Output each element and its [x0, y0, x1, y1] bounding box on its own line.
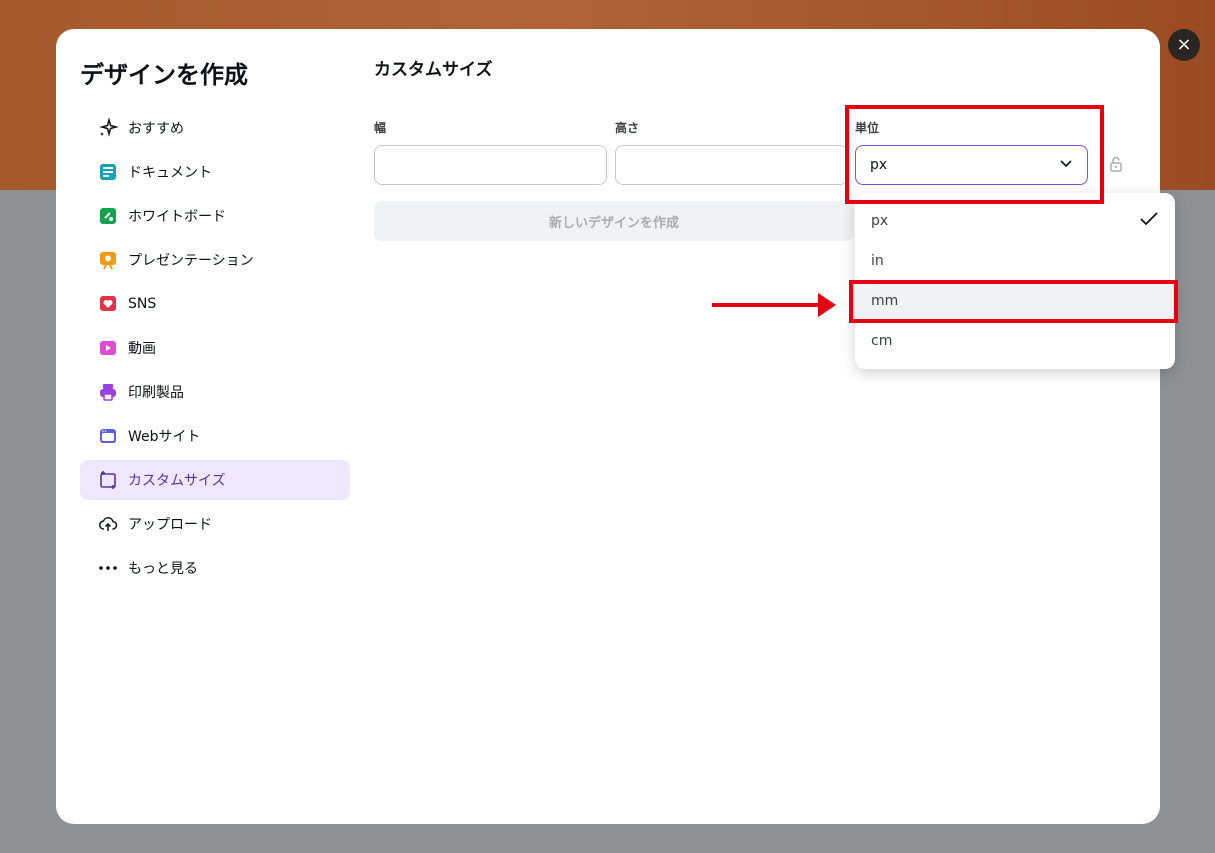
modal-title: デザインを作成 [80, 61, 248, 89]
height-label: 高さ [615, 121, 640, 135]
nav-item-print[interactable]: 印刷製品 [80, 372, 350, 412]
nav-item-recommended[interactable]: おすすめ [80, 108, 350, 148]
width-input[interactable] [374, 145, 607, 185]
heart-icon [98, 294, 118, 314]
unit-option-px[interactable]: px [855, 201, 1175, 241]
nav-item-label: 動画 [128, 341, 156, 357]
nav-item-label: Webサイト [128, 429, 201, 445]
nav-item-label: アップロード [128, 517, 212, 533]
sparkle-icon [98, 118, 118, 138]
height-input[interactable] [615, 145, 848, 185]
nav-item-website[interactable]: Webサイト [80, 416, 350, 456]
presentation-icon [98, 250, 118, 270]
nav-item-label: 印刷製品 [128, 385, 184, 401]
pointer-arrow-icon [712, 293, 836, 317]
nav-item-more[interactable]: もっと見る [80, 548, 350, 588]
mm-option-highlight-box [849, 280, 1178, 323]
nav-item-label: SNS [128, 296, 157, 312]
nav-item-whiteboard[interactable]: ホワイトボード [80, 196, 350, 236]
unit-option-label: px [871, 213, 889, 229]
nav-item-label: もっと見る [128, 561, 198, 577]
nav-item-sns[interactable]: SNS [80, 284, 350, 324]
cloud-upload-icon [98, 514, 118, 534]
nav-item-label: おすすめ [128, 121, 184, 137]
custom-size-icon [98, 470, 118, 490]
whiteboard-icon [98, 206, 118, 226]
width-label: 幅 [374, 121, 387, 135]
unit-option-label: in [871, 253, 884, 269]
nav-item-custom-size[interactable]: カスタムサイズ [80, 460, 350, 500]
document-icon [98, 162, 118, 182]
close-button[interactable]: × [1168, 29, 1200, 61]
nav-item-label: ドキュメント [128, 165, 212, 181]
nav-item-video[interactable]: 動画 [80, 328, 350, 368]
close-icon: × [1176, 34, 1192, 55]
checkmark-icon [1139, 211, 1159, 231]
video-icon [98, 338, 118, 358]
unit-option-in[interactable]: in [855, 241, 1175, 281]
printer-icon [98, 382, 118, 402]
website-icon [98, 426, 118, 446]
nav-item-presentation[interactable]: プレゼンテーション [80, 240, 350, 280]
nav-item-label: ホワイトボード [128, 209, 226, 225]
lock-icon[interactable] [1108, 155, 1124, 173]
more-dots-icon [98, 558, 118, 578]
nav-item-document[interactable]: ドキュメント [80, 152, 350, 192]
section-title: カスタムサイズ [374, 60, 493, 80]
unit-option-label: cm [871, 333, 893, 349]
nav-item-label: カスタムサイズ [128, 473, 226, 489]
create-design-button[interactable]: 新しいデザインを作成 [374, 201, 854, 241]
unit-option-cm[interactable]: cm [855, 321, 1175, 361]
unit-highlight-box [845, 105, 1104, 204]
category-nav: おすすめ ドキュメント ホワイトボード プレゼンテーション SNS 動画 印刷製… [80, 108, 350, 592]
nav-item-upload[interactable]: アップロード [80, 504, 350, 544]
nav-item-label: プレゼンテーション [128, 253, 254, 269]
